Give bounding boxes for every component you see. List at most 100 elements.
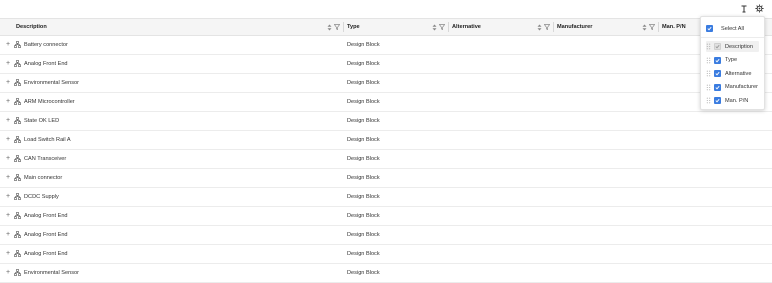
design-block-icon — [14, 212, 21, 219]
text-cursor-icon[interactable] — [739, 4, 748, 13]
sort-icon[interactable] — [537, 24, 542, 31]
column-header-type[interactable]: Type — [347, 19, 360, 35]
cell-type: Design Block — [347, 213, 380, 219]
design-block-icon — [14, 250, 21, 257]
expand-icon[interactable]: + — [6, 41, 12, 49]
cell-description: Analog Front End — [24, 61, 68, 67]
table-body: + Battery connector Design Block + Analog Fr… — [0, 36, 772, 283]
column-header-manufacturer[interactable]: Manufacturer — [557, 19, 592, 35]
cell-type: Design Block — [347, 270, 380, 276]
column-option[interactable]: Type — [706, 55, 759, 66]
drag-handle-icon[interactable] — [706, 43, 711, 50]
cell-description: Environmental Sensor — [24, 270, 80, 276]
design-block-icon — [14, 41, 21, 48]
cell-type: Design Block — [347, 232, 380, 238]
cell-type: Design Block — [347, 175, 380, 181]
expand-icon[interactable]: + — [6, 193, 12, 201]
expand-icon[interactable]: + — [6, 117, 12, 125]
table-row[interactable]: + Main connector Design Block — [0, 169, 772, 188]
design-block-icon — [14, 155, 21, 162]
design-block-icon — [14, 193, 21, 200]
cell-description: ARM Microcontroller — [24, 99, 75, 105]
drag-handle-icon[interactable] — [706, 97, 711, 104]
expand-icon[interactable]: + — [6, 79, 12, 87]
column-option-label: Manufacturer — [725, 84, 758, 90]
column-header-man-pn[interactable]: Man. P/N — [662, 19, 686, 35]
checkbox-checked-icon[interactable] — [714, 97, 721, 104]
design-block-icon — [14, 60, 21, 67]
expand-icon[interactable]: + — [6, 250, 12, 258]
table-row[interactable]: + Battery connector Design Block — [0, 36, 772, 55]
column-separator[interactable] — [448, 22, 449, 32]
filter-icon[interactable] — [334, 24, 340, 30]
design-block-icon — [14, 174, 21, 181]
column-option[interactable]: Manufacturer — [706, 82, 759, 93]
expand-icon[interactable]: + — [6, 60, 12, 68]
column-option-label: Type — [725, 57, 738, 63]
table-row[interactable]: + Analog Front End Design Block — [0, 207, 772, 226]
column-separator[interactable] — [658, 22, 659, 32]
gear-icon[interactable] — [755, 4, 764, 13]
cell-type: Design Block — [347, 80, 380, 86]
cell-description: State OK LED — [24, 118, 60, 124]
column-separator[interactable] — [343, 22, 344, 32]
select-all-label: Select All — [721, 25, 745, 32]
column-separator[interactable] — [553, 22, 554, 32]
column-header-description[interactable]: Description — [16, 19, 47, 35]
table-row[interactable]: + Analog Front End Design Block — [0, 226, 772, 245]
table-row[interactable]: + Analog Front End Design Block — [0, 55, 772, 74]
cell-type: Design Block — [347, 42, 380, 48]
select-all-option[interactable]: Select All — [706, 24, 744, 33]
filter-icon[interactable] — [544, 24, 550, 30]
table-row[interactable]: + Load Switch Rail A Design Block — [0, 131, 772, 150]
sort-icon[interactable] — [642, 24, 647, 31]
expand-icon[interactable]: + — [6, 98, 12, 106]
column-option[interactable]: Alternative — [706, 68, 759, 79]
cell-type: Design Block — [347, 118, 380, 124]
expand-icon[interactable]: + — [6, 155, 12, 163]
cell-description: Battery connector — [24, 42, 68, 48]
cell-description: Analog Front End — [24, 213, 68, 219]
divider — [701, 37, 764, 38]
expand-icon[interactable]: + — [6, 212, 12, 220]
checkbox-checked-icon[interactable] — [714, 83, 721, 91]
table-row[interactable]: + Analog Front End Design Block — [0, 245, 772, 264]
filter-icon[interactable] — [439, 24, 445, 30]
checkbox-checked-icon[interactable] — [714, 43, 721, 50]
table-row[interactable]: + Environmental Sensor Design Block — [0, 264, 772, 283]
checkbox-checked-icon[interactable] — [714, 70, 721, 77]
design-block-icon — [14, 117, 21, 124]
column-option[interactable]: Description — [706, 41, 759, 52]
column-option-label: Alternative — [725, 70, 752, 77]
checkbox-checked-icon[interactable] — [714, 56, 721, 64]
cell-type: Design Block — [347, 99, 380, 105]
cell-description: Analog Front End — [24, 251, 68, 257]
cell-description: Main connector — [24, 175, 63, 181]
design-block-icon — [14, 269, 21, 276]
table-row[interactable]: + State OK LED Design Block — [0, 112, 772, 131]
filter-icon[interactable] — [649, 24, 655, 30]
sort-icon[interactable] — [432, 24, 437, 31]
table-row[interactable]: + DCDC Supply Design Block — [0, 188, 772, 207]
sort-icon[interactable] — [327, 24, 332, 31]
column-option[interactable]: Man. P/N — [706, 95, 759, 106]
cell-type: Design Block — [347, 137, 380, 143]
table-header: Description Type Alternative Manufacture… — [0, 18, 772, 36]
table-row[interactable]: + ARM Microcontroller Design Block — [0, 93, 772, 112]
table-row[interactable]: + Environmental Sensor Design Block — [0, 74, 772, 93]
drag-handle-icon[interactable] — [706, 70, 711, 77]
design-block-icon — [14, 136, 21, 143]
drag-handle-icon[interactable] — [706, 57, 711, 64]
expand-icon[interactable]: + — [6, 231, 12, 239]
column-chooser-panel: Select All Description Type Alternative Man… — [700, 16, 765, 110]
checkbox-checked-icon[interactable] — [706, 25, 713, 32]
table-row[interactable]: + CAN Transceiver Design Block — [0, 150, 772, 169]
column-header-alternative[interactable]: Alternative — [452, 19, 481, 35]
expand-icon[interactable]: + — [6, 174, 12, 182]
expand-icon[interactable]: + — [6, 136, 12, 144]
design-block-icon — [14, 231, 21, 238]
drag-handle-icon[interactable] — [706, 84, 711, 91]
cell-description: DCDC Supply — [24, 194, 59, 200]
expand-icon[interactable]: + — [6, 269, 12, 277]
design-block-icon — [14, 79, 21, 86]
